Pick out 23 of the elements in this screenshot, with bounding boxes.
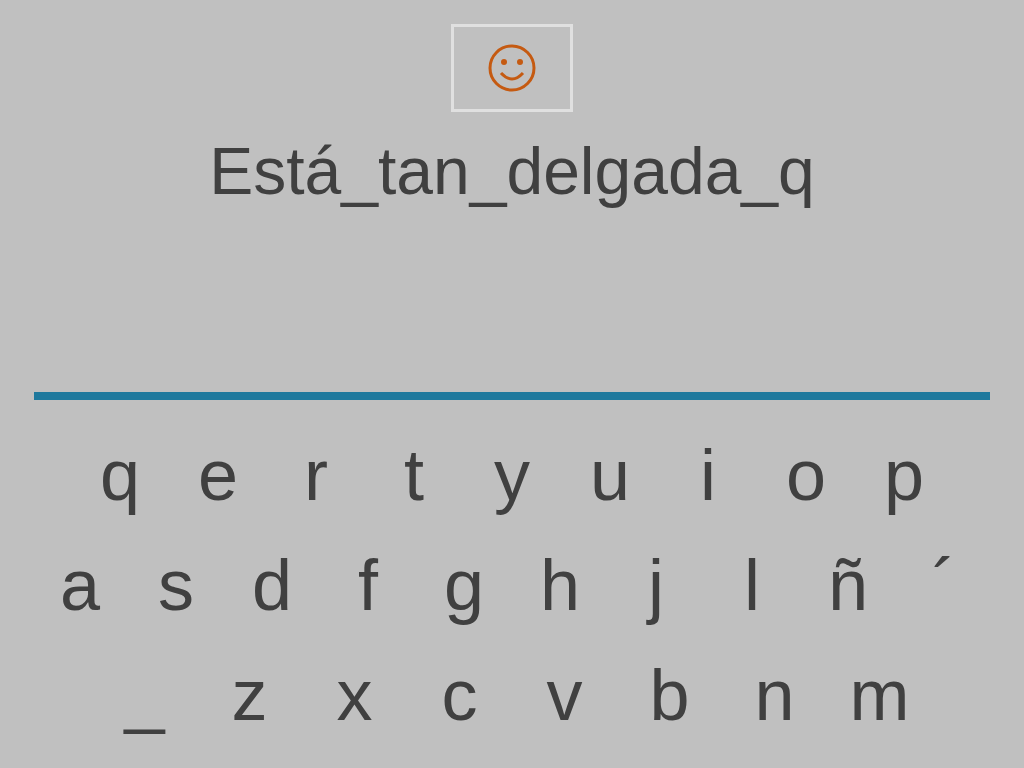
letter-key[interactable]: r bbox=[267, 439, 365, 511]
letter-key[interactable]: ´ bbox=[896, 549, 992, 621]
letter-key[interactable]: m bbox=[827, 659, 932, 731]
smiley-icon bbox=[487, 43, 537, 93]
letter-key[interactable]: e bbox=[169, 439, 267, 511]
letter-key[interactable]: c bbox=[407, 659, 512, 731]
letter-key[interactable]: n bbox=[722, 659, 827, 731]
letter-key[interactable]: v bbox=[512, 659, 617, 731]
letter-key[interactable]: h bbox=[512, 549, 608, 621]
letter-key[interactable]: l bbox=[704, 549, 800, 621]
letter-key[interactable]: i bbox=[659, 439, 757, 511]
letter-key[interactable]: b bbox=[617, 659, 722, 731]
letter-key[interactable]: ñ bbox=[800, 549, 896, 621]
smiley-button[interactable] bbox=[451, 24, 573, 112]
letter-key[interactable]: a bbox=[32, 549, 128, 621]
letter-key[interactable]: o bbox=[757, 439, 855, 511]
letter-key[interactable]: s bbox=[128, 549, 224, 621]
letter-key[interactable]: x bbox=[302, 659, 407, 731]
letter-key[interactable]: t bbox=[365, 439, 463, 511]
letter-key[interactable]: f bbox=[320, 549, 416, 621]
letter-key[interactable]: z bbox=[197, 659, 302, 731]
letter-key[interactable]: u bbox=[561, 439, 659, 511]
letter-key[interactable]: d bbox=[224, 549, 320, 621]
